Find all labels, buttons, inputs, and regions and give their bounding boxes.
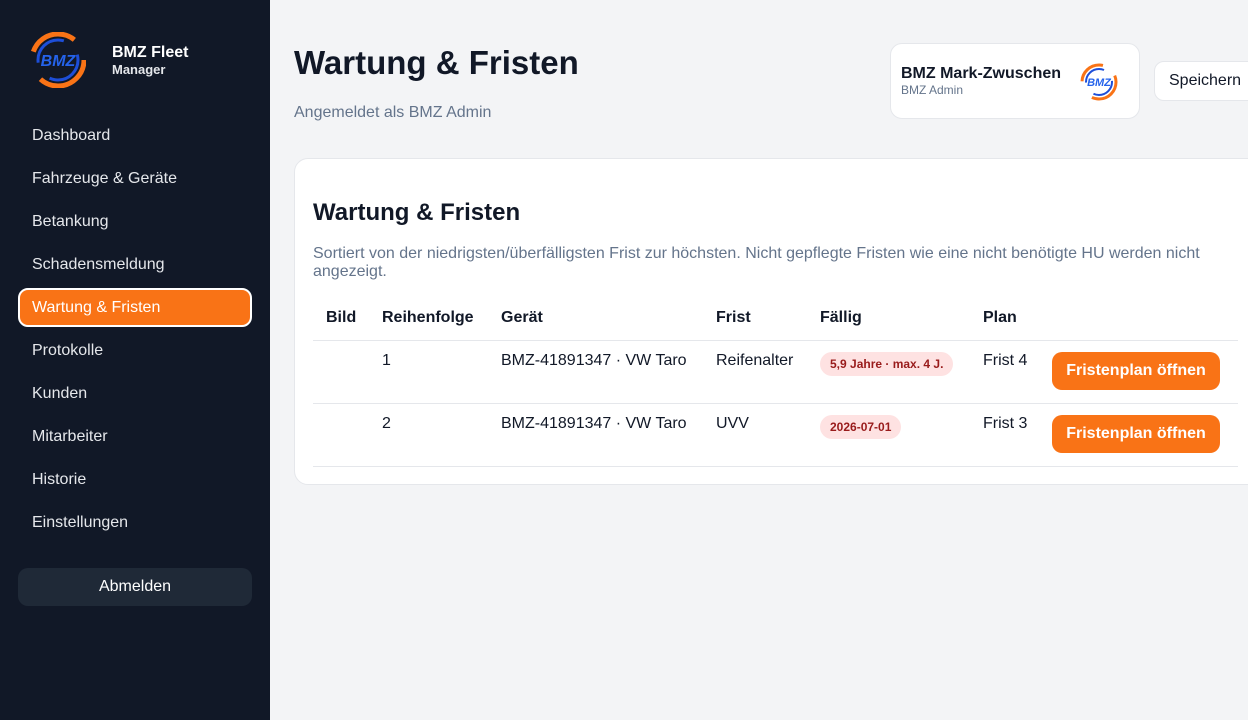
bmz-avatar-icon: BMZ — [1080, 63, 1118, 101]
table-divider — [313, 340, 1238, 341]
sidebar-item-dashboard[interactable]: Dashboard — [18, 114, 252, 157]
svg-text:BMZ: BMZ — [1087, 77, 1112, 89]
bmz-logo-icon: BMZ — [30, 32, 86, 88]
svg-text:BMZ: BMZ — [41, 53, 77, 70]
sidebar-item-mitarbeiter[interactable]: Mitarbeiter — [18, 415, 252, 458]
sidebar-item-schadensmeldung[interactable]: Schadensmeldung — [18, 243, 252, 286]
page-subtitle: Angemeldet als BMZ Admin — [294, 104, 492, 121]
user-role: BMZ Admin — [901, 82, 964, 97]
row-plan: Frist 4 — [983, 352, 1028, 369]
sidebar-item-protokolle[interactable]: Protokolle — [18, 329, 252, 372]
column-header-plan: Plan — [983, 309, 1017, 326]
sidebar: BMZ BMZ Fleet Manager Dashboard Fahrzeug… — [0, 0, 270, 720]
card-description: Sortiert von der niedrigsten/überfälligs… — [313, 245, 1200, 280]
due-badge: 2026-07-01 — [820, 415, 902, 439]
row-device: BMZ-41891347 · VW Taro — [501, 415, 687, 432]
user-card[interactable]: BMZ Mark-Zwuschen BMZ Admin BMZ — [890, 43, 1140, 119]
sidebar-item-einstellungen[interactable]: Einstellungen — [18, 501, 252, 544]
brand-subtitle: Manager — [112, 61, 166, 77]
row-device: BMZ-41891347 · VW Taro — [501, 352, 687, 369]
logout-button[interactable]: Abmelden — [18, 568, 252, 606]
row-deadline: UVV — [716, 415, 749, 432]
card-title: Wartung & Fristen — [313, 199, 521, 226]
save-button[interactable]: Speichern — [1154, 61, 1248, 101]
table-divider — [313, 403, 1238, 404]
column-header-faellig: Fällig — [820, 309, 862, 326]
open-plan-button[interactable]: Fristenplan öffnen — [1052, 415, 1220, 453]
row-order: 2 — [382, 415, 391, 432]
deadlines-card: Wartung & Fristen Sortiert von der niedr… — [294, 158, 1248, 485]
sidebar-item-kunden[interactable]: Kunden — [18, 372, 252, 415]
open-plan-button[interactable]: Fristenplan öffnen — [1052, 352, 1220, 390]
column-header-bild: Bild — [326, 309, 357, 326]
sidebar-nav: Dashboard Fahrzeuge & Geräte Betankung S… — [18, 114, 252, 544]
sidebar-item-historie[interactable]: Historie — [18, 458, 252, 501]
brand: BMZ BMZ Fleet Manager — [30, 32, 188, 88]
table-divider — [313, 466, 1238, 467]
brand-title: BMZ Fleet — [112, 43, 189, 61]
row-order: 1 — [382, 352, 391, 369]
column-header-frist: Frist — [716, 309, 751, 326]
row-plan: Frist 3 — [983, 415, 1028, 432]
page-title: Wartung & Fristen — [294, 44, 579, 81]
sidebar-item-wartung[interactable]: Wartung & Fristen — [18, 288, 252, 327]
column-header-geraet: Gerät — [501, 309, 543, 326]
column-header-reihenfolge: Reihenfolge — [382, 309, 474, 326]
sidebar-item-fahrzeuge[interactable]: Fahrzeuge & Geräte — [18, 157, 252, 200]
sidebar-item-betankung[interactable]: Betankung — [18, 200, 252, 243]
user-name: BMZ Mark-Zwuschen — [901, 64, 1062, 82]
due-badge: 5,9 Jahre · max. 4 J. — [820, 352, 954, 376]
row-deadline: Reifenalter — [716, 352, 794, 369]
